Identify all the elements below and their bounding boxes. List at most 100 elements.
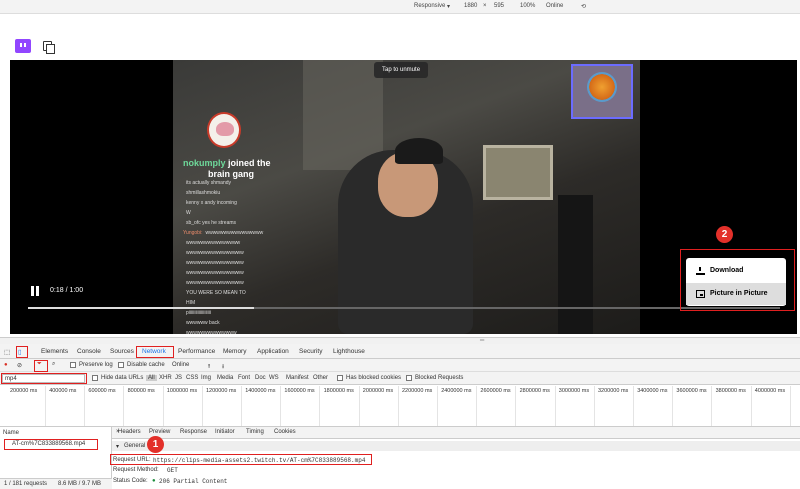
preserve-log-checkbox[interactable] [70,362,76,368]
detail-tab-preview[interactable]: Preview [149,429,170,435]
export-icon[interactable]: ⭳ [222,362,224,372]
general-section-header[interactable]: ▾ General [112,441,800,451]
inspect-icon[interactable]: ⬚ [4,348,10,356]
network-select[interactable]: Online [546,3,563,9]
type-filter-manifest[interactable]: Manifest [286,375,309,381]
device-select[interactable]: Responsive [414,3,445,9]
chat-message: HIM [183,300,195,306]
window [483,145,553,200]
tab-performance[interactable]: Performance [178,348,215,355]
tab-lighthouse[interactable]: Lighthouse [333,348,365,355]
timeline-tick-label: 3000000 ms [558,388,590,394]
tab-application[interactable]: Application [257,348,289,355]
timeline-gridline [123,386,125,426]
device-toolbar: Responsive ▾ 1880 × 595 100% Online ⟲ [0,0,800,14]
clear-icon[interactable]: ⊘ [17,362,22,369]
zoom-select[interactable]: 100% [520,3,535,9]
has-blocked-cookies-label: Has blocked cookies [346,375,402,381]
highlight-box-device-toggle [16,346,28,358]
type-filter-img[interactable]: Img [201,375,211,381]
rotate-icon[interactable]: ⟲ [581,3,586,10]
timeline-gridline [201,386,203,426]
timeline-tick-label: 2000000 ms [362,388,394,394]
blocked-requests-checkbox[interactable] [406,375,412,381]
type-filter-ws[interactable]: WS [269,375,279,381]
timeline-gridline [672,386,674,426]
timeline-gridline [45,386,46,426]
tap-to-unmute-button[interactable]: Tap to unmute [374,62,429,78]
detail-tab-timing[interactable]: Timing [246,429,264,435]
request-method-value: GET [167,467,178,474]
status-code-label: Status Code: [113,478,148,484]
width-input[interactable]: 1880 [464,3,477,9]
detail-tab-response[interactable]: Response [180,429,207,435]
timeline-tick-label: 600000 ms [88,388,116,394]
copy-icon[interactable] [43,41,55,54]
tab-memory[interactable]: Memory [223,348,246,355]
network-toolbar: ● ⊘ ⏷ ⌕ Preserve log Disable cache Onlin… [0,359,800,372]
hide-data-urls-checkbox[interactable] [92,375,98,381]
timeline-gridline [711,386,713,426]
chat-message: wwwwwwwwwwwwwww [183,240,240,246]
chat-message: shmillashmokiu [183,190,220,196]
timeline-gridline [397,386,399,426]
timeline-gridline [789,386,791,426]
devtools-resizer[interactable]: ═ [0,337,800,344]
timeline-gridline [476,386,478,426]
highlight-box-menu [680,249,795,311]
type-filter-xhr[interactable]: XHR [159,375,172,381]
type-filter-css[interactable]: CSS [186,375,198,381]
chat-message: piiiiiiiiiiiiiiiiiiii [183,310,211,316]
timeline-tick-label: 3600000 ms [676,388,707,394]
twitch-logo-icon[interactable] [15,39,31,53]
transfer-size: 8.6 MB / 9.7 MB [58,481,102,487]
timeline-gridline [280,386,282,426]
chat-text: wwwwwwwwwwwwwwww [205,230,264,236]
type-filter-media[interactable]: Media [217,375,233,381]
type-filter-font[interactable]: Font [238,375,250,381]
detail-tab-initiator[interactable]: Initiator [215,429,235,435]
chat-text: wwwwwwwwwwwwwwww [186,260,244,266]
chevron-down-icon: ▾ [447,4,451,10]
chat-message: wwwwwwwwwwwwwwww [183,250,244,256]
joined-text-line2: brain gang [208,169,255,179]
timeline-tick-label: 2400000 ms [441,388,472,394]
tab-elements[interactable]: Elements [41,348,68,355]
chat-text: wwwwwwwwwwwwwwww [186,270,244,276]
record-icon[interactable]: ● [4,362,8,368]
timeline-tick-label: 3400000 ms [637,388,668,394]
chat-message: wwwwwwwwwwwwwwww [183,280,244,286]
chat-text: piiiiiiiiiiiiiiiiiiii [186,310,211,316]
highlight-box-network-tab [136,346,174,358]
chat-message: sb_ofc yes he streams [183,220,236,226]
pause-icon[interactable] [30,286,40,296]
tab-sources[interactable]: Sources [110,348,134,355]
brain-emote-icon [207,112,241,148]
detail-tab-headers[interactable]: Headers [118,429,141,435]
timeline-tick-label: 1400000 ms [245,388,276,394]
type-filter-doc[interactable]: Doc [255,375,266,381]
timeline-gridline [750,386,752,426]
status-code-value: 206 Partial Content [159,478,228,485]
detail-tab-cookies[interactable]: Cookies [274,429,296,435]
import-icon[interactable]: ⭱ [208,362,210,372]
expand-arrow-icon: ▾ [116,444,120,450]
chat-text: YOU WERE SO MEAN TO [186,290,246,296]
type-filter-js[interactable]: JS [175,375,182,381]
has-blocked-cookies-checkbox[interactable] [337,375,343,381]
chat-text: wwwwwwwwwwwwwwww [186,250,244,256]
hide-data-urls-label: Hide data URLs [101,375,144,381]
type-filter-other[interactable]: Other [313,375,328,381]
type-filter-all[interactable]: All [146,375,157,381]
tab-security[interactable]: Security [299,348,322,355]
chat-message: wwwwwwwwwwwwwwww [183,270,244,276]
height-input[interactable]: 595 [494,3,504,9]
network-status-bar: 1 / 181 requests 8.6 MB / 9.7 MB [0,478,112,489]
disable-cache-checkbox[interactable] [118,362,124,368]
throttle-select[interactable]: Online [172,362,189,368]
microphone [558,195,593,334]
tab-console[interactable]: Console [77,348,101,355]
chat-text: W [186,210,191,216]
search-icon[interactable]: ⌕ [52,361,55,368]
timeline-tick-label: 1000000 ms [166,388,198,394]
